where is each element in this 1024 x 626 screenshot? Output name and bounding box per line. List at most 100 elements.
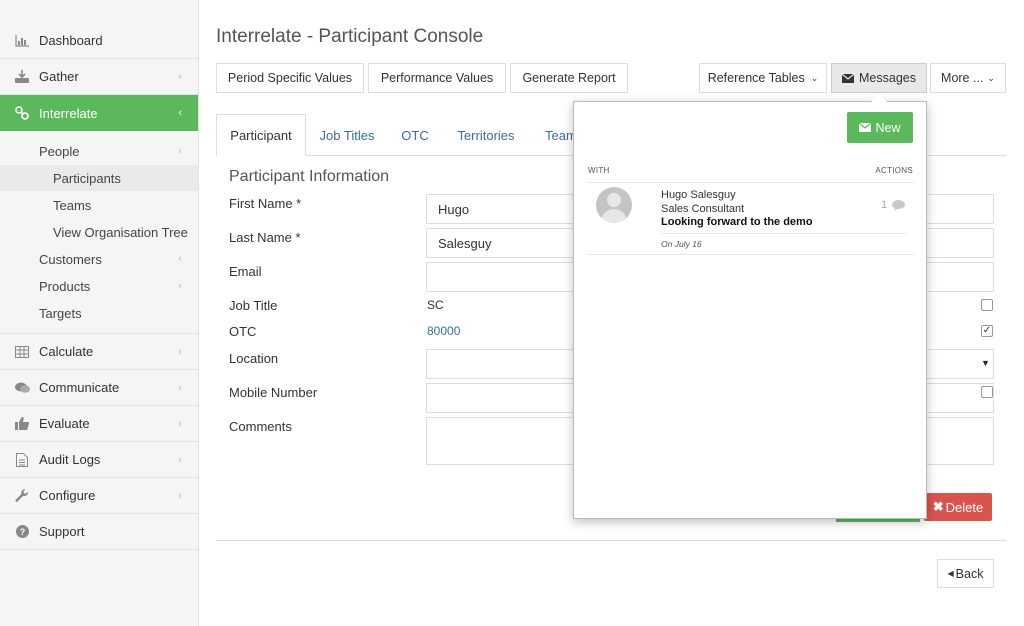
first-name-value: Hugo	[438, 201, 470, 217]
nav-gather[interactable]: Gather ‹	[0, 59, 198, 95]
mobile-number-label: Mobile Number	[229, 385, 318, 400]
popup-arrow	[871, 94, 887, 102]
sub-targets-label: Targets	[39, 305, 82, 321]
performance-values-button[interactable]: Performance Values	[368, 63, 506, 93]
page-title: Interrelate - Participant Console	[216, 26, 484, 47]
chevron-down-icon: ⌄	[987, 72, 995, 83]
nav-interrelate[interactable]: Interrelate ‹	[0, 95, 198, 131]
email-field[interactable]	[426, 262, 586, 292]
nav-dashboard-label: Dashboard	[39, 33, 103, 48]
comment-icon[interactable]	[892, 200, 905, 214]
sub-teams[interactable]: Teams	[0, 192, 198, 218]
chevron-left-icon: ‹	[178, 280, 182, 292]
performance-values-label: Performance Values	[380, 71, 494, 85]
otc-checkbox[interactable]: ✓	[981, 325, 993, 337]
envelope-icon	[859, 123, 872, 132]
new-message-button[interactable]: New	[847, 112, 913, 143]
message-sender-role: Sales Consultant	[661, 203, 745, 215]
nav-calculate-label: Calculate	[39, 344, 94, 359]
generate-report-label: Generate Report	[522, 71, 616, 85]
generate-report-button[interactable]: Generate Report	[510, 63, 628, 93]
email-field-right	[924, 262, 994, 292]
sub-products[interactable]: Products ‹	[0, 273, 198, 299]
mobile-checkbox[interactable]	[981, 386, 993, 398]
sub-customers[interactable]: Customers ‹	[0, 246, 198, 272]
dropdown-caret-icon: ▼	[981, 358, 990, 368]
period-values-button[interactable]: Period Specific Values	[216, 63, 364, 93]
comments-textarea[interactable]	[426, 417, 586, 465]
section-title: Participant Information	[229, 168, 390, 185]
popup-divider	[588, 182, 914, 183]
bar-chart-icon	[14, 34, 30, 48]
first-name-label: First Name *	[229, 196, 302, 211]
nav-audit-logs[interactable]: Audit Logs ‹	[0, 442, 198, 478]
otc-label: OTC	[229, 324, 257, 339]
nav-evaluate-label: Evaluate	[39, 416, 90, 431]
messages-label: Messages	[859, 71, 916, 85]
nav-communicate[interactable]: Communicate ‹	[0, 370, 198, 406]
tab-territories-label: Territories	[457, 127, 515, 143]
nav-support-label: Support	[39, 524, 85, 539]
nav-communicate-label: Communicate	[39, 380, 120, 395]
chevron-left-icon: ‹	[178, 70, 182, 83]
chevron-down-icon: ⌄	[810, 72, 819, 83]
envelope-icon	[842, 73, 854, 83]
last-name-field[interactable]: Salesguy	[426, 228, 586, 258]
nav-dashboard[interactable]: Dashboard	[0, 23, 198, 59]
chevron-left-icon: ‹	[178, 107, 182, 119]
chevron-left-icon: ‹	[178, 381, 182, 394]
thumbs-up-icon	[14, 417, 30, 431]
period-values-label: Period Specific Values	[227, 71, 353, 85]
sub-customers-label: Customers	[39, 251, 102, 267]
reference-tables-button[interactable]: Reference Tables ⌄	[699, 63, 827, 93]
otc-value[interactable]: 80000	[427, 324, 460, 338]
chevron-left-icon: ‹	[178, 453, 182, 466]
location-select[interactable]	[426, 349, 586, 379]
reference-tables-label: Reference Tables	[707, 71, 805, 85]
tab-job-titles[interactable]: Job Titles	[309, 114, 385, 156]
nav-configure-label: Configure	[39, 488, 96, 503]
tab-otc[interactable]: OTC	[392, 114, 438, 156]
sub-participants-label: Participants	[53, 170, 121, 186]
caret-left-icon: ◀	[947, 569, 954, 578]
sub-people-label: People	[39, 143, 80, 159]
bottom-divider	[216, 540, 1006, 541]
job-title-value: SC	[427, 298, 444, 312]
tab-territories[interactable]: Territories	[446, 114, 526, 156]
sub-people[interactable]: People ‹	[0, 138, 198, 164]
more-button[interactable]: More ... ⌄	[930, 63, 1006, 93]
chevron-left-icon: ‹	[178, 253, 182, 265]
last-name-field-right	[924, 228, 994, 258]
email-label: Email	[229, 264, 262, 279]
delete-label: Delete	[945, 499, 984, 515]
tab-team[interactable]: Team	[535, 114, 577, 156]
messages-button[interactable]: Messages	[831, 63, 927, 93]
table-icon	[14, 345, 30, 359]
tab-job-titles-label: Job Titles	[319, 127, 375, 143]
tab-participant[interactable]: Participant	[216, 114, 306, 156]
first-name-field[interactable]: Hugo	[426, 194, 586, 224]
chevron-left-icon: ‹	[178, 489, 182, 502]
link-icon	[14, 106, 30, 120]
nav-calculate[interactable]: Calculate ‹	[0, 334, 198, 370]
sub-participants[interactable]: Participants	[0, 165, 198, 191]
mobile-number-field[interactable]	[426, 383, 586, 413]
nav-evaluate[interactable]: Evaluate ‹	[0, 406, 198, 442]
job-title-checkbox[interactable]	[981, 299, 993, 311]
nav-support[interactable]: ? Support	[0, 514, 198, 550]
col-actions-header: ACTIONS	[875, 166, 913, 175]
download-icon	[14, 70, 30, 84]
sub-products-label: Products	[39, 278, 91, 294]
job-title-label: Job Title	[229, 298, 278, 313]
svg-text:?: ?	[19, 527, 25, 537]
back-button[interactable]: ◀ Back	[937, 559, 994, 588]
sub-teams-label: Teams	[53, 197, 92, 213]
sub-targets[interactable]: Targets	[0, 300, 198, 326]
tab-otc-label: OTC	[401, 127, 429, 143]
message-sender: Hugo Salesguy	[661, 189, 736, 201]
nav-configure[interactable]: Configure ‹	[0, 478, 198, 514]
chevron-left-icon: ‹	[178, 417, 182, 430]
popup-divider-bottom	[588, 254, 914, 255]
delete-button[interactable]: ✖ Delete	[924, 493, 992, 521]
sub-org-tree[interactable]: View Organisation Tree	[0, 219, 198, 245]
